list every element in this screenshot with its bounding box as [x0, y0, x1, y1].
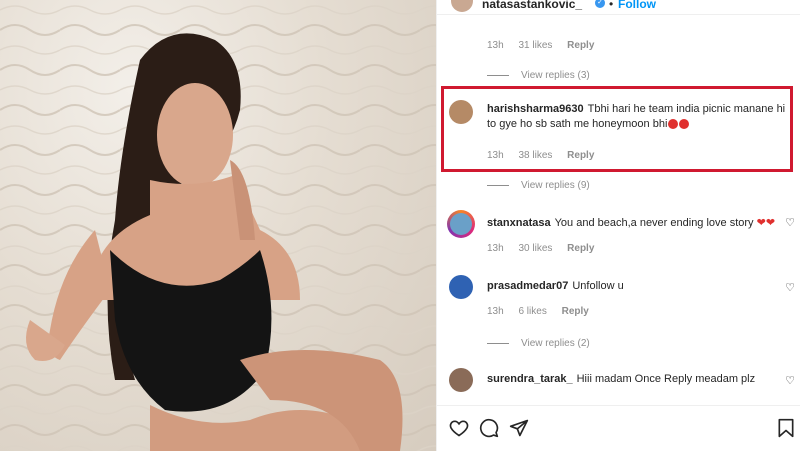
follow-button[interactable]: Follow — [618, 0, 656, 11]
comment-meta: 13h 6 likes Reply — [487, 306, 601, 317]
view-replies-button[interactable]: View replies (2) — [487, 338, 590, 349]
replies-dash — [487, 184, 509, 186]
comment-meta: 13h 30 likes Reply — [487, 243, 606, 254]
replies-dash — [487, 342, 509, 344]
highlight-box — [441, 86, 793, 172]
comment-meta: 13h 31 likes Reply — [487, 40, 606, 51]
heart-icon[interactable] — [449, 418, 469, 443]
avatar-image — [450, 213, 472, 235]
comment-body: prasadmedar07 Unfollow u — [487, 279, 787, 294]
commenter-avatar[interactable] — [449, 368, 473, 392]
view-replies-button[interactable]: View replies (3) — [487, 70, 590, 81]
comment-icon[interactable] — [479, 418, 499, 443]
red-hearts-emoji-icon: ❤❤ — [756, 217, 776, 229]
beach-photo-illustration — [0, 0, 436, 451]
view-replies-label: View replies (9) — [521, 180, 590, 191]
commenter-avatar[interactable] — [449, 275, 473, 299]
post-action-bar — [437, 405, 800, 452]
author-avatar[interactable] — [451, 0, 473, 12]
reply-button[interactable]: Reply — [562, 306, 589, 317]
comment-text: Unfollow u — [572, 280, 624, 292]
bookmark-icon[interactable] — [777, 418, 795, 443]
like-comment-heart-icon[interactable]: ♡ — [785, 281, 795, 294]
commenter-username[interactable]: prasadmedar07 — [487, 280, 568, 292]
commenter-username[interactable]: surendra_tarak_ — [487, 373, 573, 385]
comment-body: stanxnatasa You and beach,a never ending … — [487, 216, 787, 231]
comment-body: surendra_tarak_ Hiii madam Once Reply mea… — [487, 372, 787, 387]
like-comment-heart-icon[interactable]: ♡ — [785, 374, 795, 387]
separator-dot: • — [609, 0, 614, 11]
comment-time: 13h — [487, 306, 504, 317]
reply-button[interactable]: Reply — [567, 243, 594, 254]
view-replies-label: View replies (2) — [521, 338, 590, 349]
comment-text: You and beach,a never ending love story — [554, 217, 754, 229]
comment-likes[interactable]: 30 likes — [518, 243, 552, 254]
comment-time: 13h — [487, 243, 504, 254]
comment-time: 13h — [487, 40, 504, 51]
commenter-avatar[interactable] — [447, 210, 475, 238]
comment-likes[interactable]: 31 likes — [518, 40, 552, 51]
author-username[interactable]: natasastankovic_ — [482, 0, 582, 11]
comment-likes[interactable]: 6 likes — [518, 306, 546, 317]
view-replies-button[interactable]: View replies (9) — [487, 180, 590, 191]
post-header: natasastankovic_ ✓ • Follow — [437, 0, 800, 14]
verified-badge-icon: ✓ — [595, 0, 605, 8]
view-replies-label: View replies (3) — [521, 70, 590, 81]
comment-text: Hiii madam Once Reply meadam plz — [576, 373, 756, 385]
reply-button[interactable]: Reply — [567, 40, 594, 51]
commenter-username[interactable]: stanxnatasa — [487, 217, 551, 229]
post-photo — [0, 0, 436, 451]
header-divider — [437, 14, 800, 15]
comments-panel: natasastankovic_ ✓ • Follow 13h 31 likes… — [436, 0, 800, 451]
like-comment-heart-icon[interactable]: ♡ — [785, 216, 795, 229]
replies-dash — [487, 74, 509, 76]
share-icon[interactable] — [509, 418, 529, 443]
